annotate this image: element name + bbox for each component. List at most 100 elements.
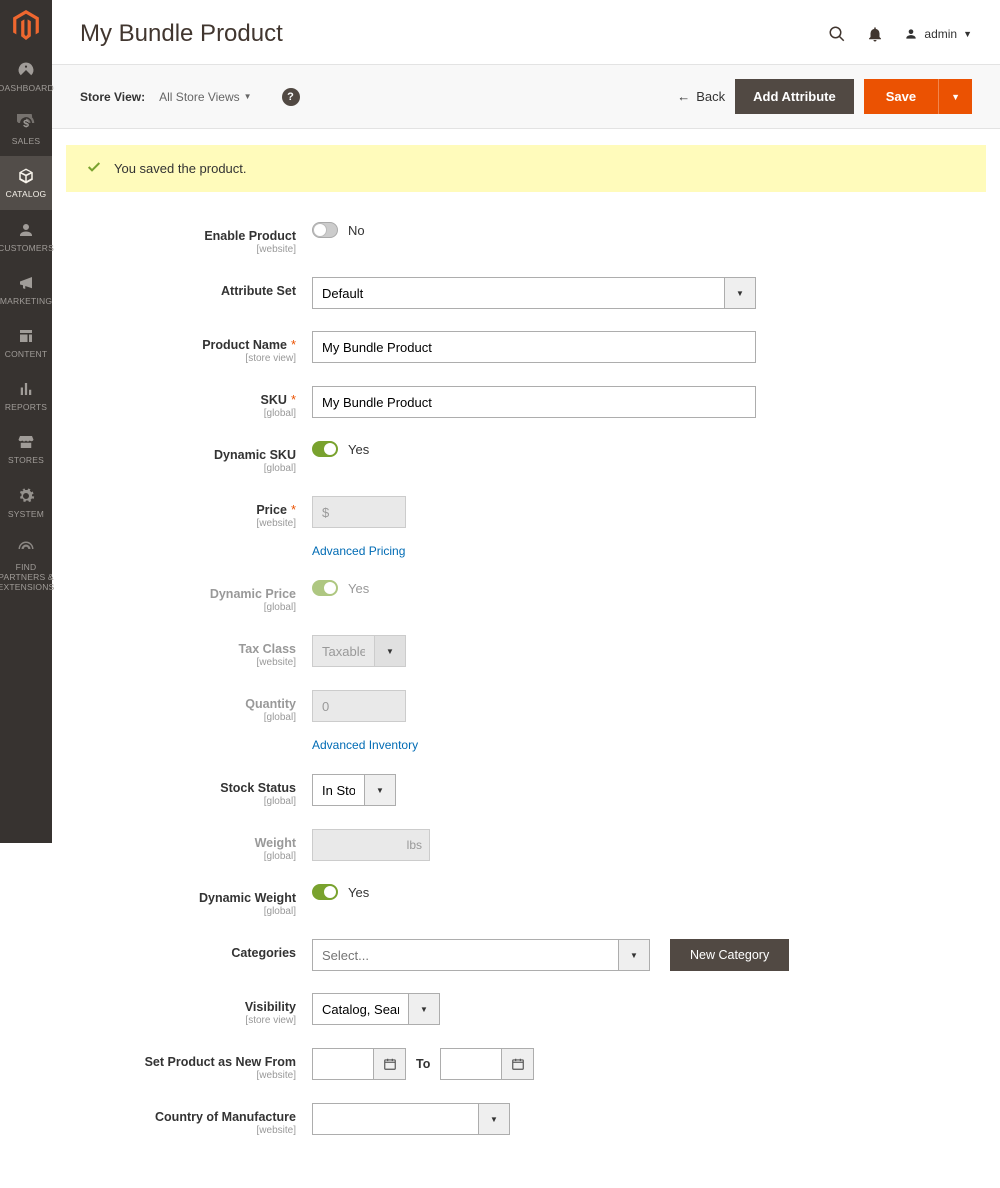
sidebar-item-system[interactable]: SYSTEM	[0, 476, 52, 529]
sidebar-item-marketing[interactable]: MARKETING	[0, 263, 52, 316]
select-toggle[interactable]: ▼	[618, 939, 650, 971]
field-label: Visibility	[245, 1000, 296, 1014]
select-toggle[interactable]: ▼	[724, 277, 756, 309]
advanced-inventory-link[interactable]: Advanced Inventory	[312, 738, 972, 752]
visibility-select[interactable]: ▼	[312, 993, 440, 1025]
sidebar-item-label: CUSTOMERS	[0, 243, 54, 253]
calendar-icon[interactable]	[374, 1048, 406, 1080]
dashboard-icon	[16, 60, 36, 80]
field-scope: [global]	[80, 408, 296, 419]
search-icon[interactable]	[828, 25, 846, 43]
field-label: Set Product as New From	[145, 1055, 296, 1069]
sidebar-item-catalog[interactable]: CATALOG	[0, 156, 52, 209]
save-dropdown-toggle[interactable]: ▼	[938, 79, 972, 114]
toolbar: Store View: All Store Views ▼ ? ← Back A…	[52, 64, 1000, 129]
select-toggle: ▼	[374, 635, 406, 667]
attribute-set-select[interactable]: ▼	[312, 277, 756, 309]
sidebar-item-label: STORES	[8, 455, 44, 465]
caret-down-icon: ▼	[951, 92, 960, 102]
field-scope: [global]	[80, 712, 296, 723]
toggle-value: Yes	[348, 581, 369, 596]
notifications-icon[interactable]	[866, 25, 884, 43]
dynamic-sku-toggle[interactable]	[312, 441, 338, 457]
categories-select[interactable]: ▼	[312, 939, 650, 971]
user-menu[interactable]: admin ▼	[904, 27, 972, 41]
enable-product-toggle[interactable]	[312, 222, 338, 238]
advanced-pricing-link[interactable]: Advanced Pricing	[312, 544, 972, 558]
add-attribute-button[interactable]: Add Attribute	[735, 79, 854, 114]
sidebar: DASHBOARD $ SALES CATALOG CUSTOMERS MARK…	[0, 0, 52, 843]
save-button-group: Save ▼	[864, 79, 972, 114]
user-icon	[904, 27, 918, 41]
field-label: Country of Manufacture	[155, 1110, 296, 1124]
arrow-left-icon: ←	[677, 89, 690, 104]
new-to-date[interactable]	[440, 1048, 534, 1080]
svg-text:$: $	[23, 118, 29, 130]
sidebar-item-sales[interactable]: $ SALES	[0, 103, 52, 156]
store-view-select[interactable]: All Store Views ▼	[159, 90, 251, 104]
sidebar-item-label: FIND PARTNERS & EXTENSIONS	[0, 562, 54, 593]
new-category-button[interactable]: New Category	[670, 939, 789, 971]
toggle-value: Yes	[348, 885, 369, 900]
sku-input[interactable]	[312, 386, 756, 418]
success-message-text: You saved the product.	[114, 161, 247, 176]
customers-icon	[16, 220, 36, 240]
field-label: Enable Product	[204, 229, 296, 243]
field-scope: [global]	[80, 463, 296, 474]
sidebar-item-customers[interactable]: CUSTOMERS	[0, 210, 52, 263]
field-scope: [website]	[80, 518, 296, 529]
field-scope: [global]	[80, 796, 296, 807]
field-label: Attribute Set	[221, 284, 296, 298]
product-form: Enable Product[website] No Attribute Set…	[52, 192, 1000, 1188]
field-scope: [website]	[80, 1070, 296, 1081]
magento-logo[interactable]	[0, 0, 52, 50]
sidebar-item-dashboard[interactable]: DASHBOARD	[0, 50, 52, 103]
sidebar-item-label: MARKETING	[0, 296, 52, 306]
select-toggle[interactable]: ▼	[408, 993, 440, 1025]
price-input	[312, 496, 406, 528]
sidebar-item-label: CATALOG	[6, 189, 47, 199]
marketing-icon	[16, 273, 36, 293]
calendar-icon[interactable]	[502, 1048, 534, 1080]
partners-icon	[16, 539, 36, 559]
toggle-value: Yes	[348, 442, 369, 457]
field-scope: [website]	[80, 244, 296, 255]
new-from-date[interactable]	[312, 1048, 406, 1080]
back-link[interactable]: ← Back	[677, 89, 725, 104]
field-scope: [website]	[80, 1125, 296, 1136]
select-toggle[interactable]: ▼	[364, 774, 396, 806]
field-label: Tax Class	[239, 642, 296, 656]
sidebar-item-label: DASHBOARD	[0, 83, 54, 93]
country-select[interactable]: ▼	[312, 1103, 510, 1135]
field-label: Product Name	[202, 338, 287, 352]
sidebar-item-content[interactable]: CONTENT	[0, 316, 52, 369]
caret-down-icon: ▼	[244, 92, 252, 101]
field-label: Dynamic Weight	[199, 891, 296, 905]
weight-unit: lbs	[407, 838, 422, 852]
select-toggle[interactable]: ▼	[478, 1103, 510, 1135]
sales-icon: $	[16, 113, 36, 133]
catalog-icon	[16, 166, 36, 186]
field-label: Dynamic Price	[210, 587, 296, 601]
dynamic-price-toggle	[312, 580, 338, 596]
system-icon	[16, 486, 36, 506]
page-title: My Bundle Product	[80, 20, 828, 48]
dynamic-weight-toggle[interactable]	[312, 884, 338, 900]
sidebar-item-reports[interactable]: REPORTS	[0, 369, 52, 422]
save-button[interactable]: Save	[864, 79, 938, 114]
caret-down-icon: ▼	[963, 29, 972, 39]
field-scope: [global]	[80, 906, 296, 917]
help-icon[interactable]: ?	[282, 88, 300, 106]
stores-icon	[16, 432, 36, 452]
success-message: You saved the product.	[66, 145, 986, 192]
sidebar-item-partners[interactable]: FIND PARTNERS & EXTENSIONS	[0, 529, 52, 603]
sidebar-item-stores[interactable]: STORES	[0, 422, 52, 475]
stock-status-select[interactable]: ▼	[312, 774, 396, 806]
field-label: Stock Status	[220, 781, 296, 795]
field-label: Quantity	[245, 697, 296, 711]
user-name: admin	[924, 27, 957, 41]
tax-class-select: ▼	[312, 635, 406, 667]
content-icon	[16, 326, 36, 346]
sidebar-item-label: SALES	[12, 136, 40, 146]
product-name-input[interactable]	[312, 331, 756, 363]
